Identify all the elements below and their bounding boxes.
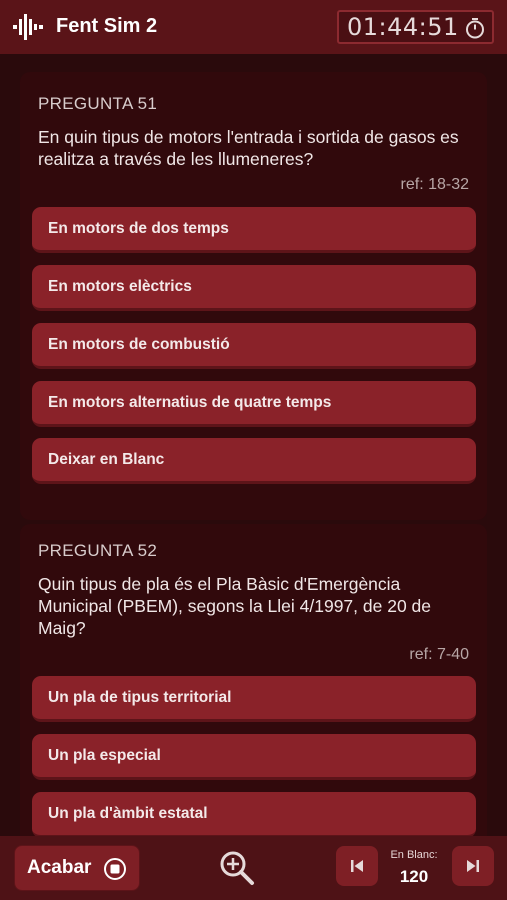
- question-number: PREGUNTA 51: [38, 94, 158, 113]
- answer-option[interactable]: En motors elèctrics: [32, 265, 476, 311]
- answer-option[interactable]: En motors de combustió: [32, 323, 476, 369]
- answer-option[interactable]: En motors alternatius de quatre temps: [32, 381, 476, 427]
- question-text: Quin tipus de pla és el Pla Bàsic d'Emer…: [38, 574, 432, 638]
- question-ref: ref: 7-40: [409, 646, 469, 663]
- timer-text: 01:44:51: [347, 13, 459, 41]
- finish-button[interactable]: Acabar: [14, 845, 140, 891]
- next-button[interactable]: [452, 846, 494, 886]
- question-card: PREGUNTA 52 Quin tipus de pla és el Pla …: [20, 524, 487, 836]
- blank-counter-label: En Blanc:: [390, 849, 438, 861]
- answer-option[interactable]: Un pla especial: [32, 734, 476, 780]
- bottom-bar: Acabar En Blanc: 120: [0, 836, 507, 900]
- answer-option-blank[interactable]: Deixar en Blanc: [32, 438, 476, 484]
- finish-label: Acabar: [27, 857, 92, 878]
- question-ref: ref: 18-32: [400, 176, 469, 193]
- question-list[interactable]: PREGUNTA 51 En quin tipus de motors l'en…: [0, 54, 507, 836]
- answer-option[interactable]: Un pla d'àmbit estatal: [32, 792, 476, 836]
- question-card: PREGUNTA 51 En quin tipus de motors l'en…: [20, 72, 487, 520]
- timer-display: 01:44:51: [337, 10, 494, 44]
- skip-next-icon: [467, 860, 479, 872]
- previous-button[interactable]: [336, 846, 378, 886]
- zoom-in-icon[interactable]: [217, 848, 257, 888]
- app-title: Fent Sim 2: [56, 15, 158, 37]
- stopwatch-icon: [466, 18, 484, 39]
- stop-circle-icon: [104, 858, 126, 880]
- answer-option[interactable]: En motors de dos temps: [32, 207, 476, 253]
- question-number: PREGUNTA 52: [38, 541, 158, 560]
- question-text: En quin tipus de motors l'entrada i sort…: [38, 127, 459, 169]
- top-bar: Fent Sim 2 01:44:51: [0, 0, 507, 54]
- answer-option[interactable]: Un pla de tipus territorial: [32, 676, 476, 722]
- sound-wave-icon: [13, 14, 43, 40]
- skip-previous-icon: [351, 860, 363, 872]
- blank-counter-value: 120: [399, 867, 429, 886]
